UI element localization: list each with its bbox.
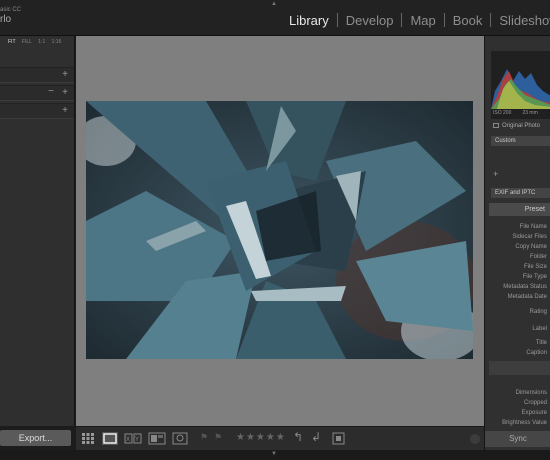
grid-view-icon[interactable] bbox=[81, 432, 95, 445]
module-slideshow[interactable]: Slideshow bbox=[499, 13, 550, 28]
add-icon[interactable]: + bbox=[493, 169, 498, 179]
module-divider bbox=[443, 13, 445, 27]
rotate-left-icon[interactable]: ↰ bbox=[293, 430, 303, 444]
meta-brightness-value: Brightness Value bbox=[502, 420, 547, 426]
histogram bbox=[491, 51, 550, 119]
reject-flag-icon[interactable]: ⚑ bbox=[214, 432, 222, 443]
add-icon[interactable]: + bbox=[62, 105, 68, 116]
meta-metadata-date: Metadata Date bbox=[507, 294, 547, 300]
module-picker: Library Develop Map Book Slideshow bbox=[289, 13, 550, 28]
add-icon[interactable]: + bbox=[62, 69, 68, 80]
meta-title: Title bbox=[535, 340, 547, 346]
rotate-right-icon[interactable]: ↲ bbox=[311, 430, 321, 444]
original-photo-toggle[interactable]: Original Photo bbox=[493, 123, 540, 129]
agave-photo-art bbox=[86, 101, 473, 359]
identity-plate: asic CC rlo bbox=[0, 6, 21, 26]
svg-text:X: X bbox=[126, 437, 130, 443]
module-library[interactable]: Library bbox=[289, 13, 329, 28]
iso-value: ISO 200 bbox=[493, 110, 512, 116]
agave-photo[interactable] bbox=[86, 101, 473, 359]
histogram-info: ISO 200 23 mm bbox=[493, 110, 538, 116]
meta-file-name: File Name bbox=[519, 224, 547, 230]
catalog-panel-header[interactable]: + bbox=[0, 67, 74, 83]
remove-icon[interactable]: − bbox=[48, 86, 54, 97]
original-photo-label: Original Photo bbox=[502, 123, 541, 129]
module-bar: ▲ asic CC rlo Library Develop Map Book Slide… bbox=[0, 0, 550, 36]
zoom-1-1[interactable]: 1:1 bbox=[38, 39, 45, 45]
export-button[interactable]: Export... bbox=[0, 430, 71, 446]
meta-copy-name: Copy Name bbox=[515, 244, 547, 250]
add-icon[interactable]: + bbox=[62, 87, 68, 98]
navigator-zoom-options: FIT FILL 1:1 1:16 bbox=[8, 39, 66, 45]
brand-line: asic CC bbox=[0, 7, 22, 13]
flag-icon[interactable]: ⚑ bbox=[200, 432, 208, 443]
toolbar-options-dropdown[interactable] bbox=[470, 434, 480, 444]
user-name: rlo bbox=[0, 14, 12, 25]
star-rating[interactable]: ★★★★★ bbox=[236, 432, 286, 443]
bottom-panel-toggle-icon[interactable]: ▼ bbox=[271, 451, 277, 457]
meta-metadata-status: Metadata Status bbox=[503, 284, 547, 290]
loupe-view-icon[interactable] bbox=[102, 432, 118, 445]
saved-preset-dropdown[interactable]: Custom bbox=[491, 136, 550, 146]
right-panel: ISO 200 23 mm Original Photo Custom + EX… bbox=[484, 36, 550, 450]
meta-folder: Folder bbox=[529, 254, 547, 260]
filmstrip-toggle-bar: ▼ bbox=[0, 450, 550, 460]
meta-label: Label bbox=[532, 326, 547, 332]
left-panel: FIT FILL 1:1 1:16 + − + + bbox=[0, 36, 75, 426]
caption-field[interactable] bbox=[489, 361, 550, 375]
loupe-canvas bbox=[76, 36, 484, 426]
compare-view-icon[interactable]: X Y bbox=[124, 432, 142, 445]
meta-sidecar-files: Sidecar Files bbox=[512, 234, 547, 240]
module-divider bbox=[336, 13, 338, 27]
meta-file-size: File Size bbox=[523, 264, 547, 270]
checkbox-icon[interactable] bbox=[493, 123, 499, 128]
meta-rating: Rating bbox=[529, 309, 547, 315]
focal-length-value: 23 mm bbox=[522, 110, 538, 116]
meta-caption: Caption bbox=[526, 350, 547, 356]
zoom-fit[interactable]: FIT bbox=[8, 39, 16, 45]
meta-file-type: File Type bbox=[522, 274, 547, 280]
collections-panel-header[interactable]: + bbox=[0, 103, 74, 119]
bottom-toolbar: X Y ⚑ ⚑ ★★★★★ ↰ ↲ bbox=[76, 426, 484, 450]
survey-view-icon[interactable] bbox=[148, 432, 166, 445]
module-divider bbox=[401, 13, 403, 27]
module-map[interactable]: Map bbox=[410, 13, 435, 28]
module-book[interactable]: Book bbox=[453, 13, 483, 28]
people-view-icon[interactable] bbox=[172, 432, 188, 445]
meta-dimensions: Dimensions bbox=[515, 390, 547, 396]
folders-panel-header[interactable]: − + bbox=[0, 85, 74, 101]
module-divider bbox=[490, 13, 492, 27]
zoom-1-16[interactable]: 1:16 bbox=[52, 39, 62, 45]
sync-button[interactable]: Sync bbox=[485, 431, 550, 447]
meta-exposure: Exposure bbox=[521, 410, 547, 416]
preset-header[interactable]: Preset bbox=[489, 203, 550, 216]
top-panel-toggle-icon[interactable]: ▲ bbox=[271, 1, 277, 7]
zoom-fill[interactable]: FILL bbox=[22, 39, 32, 45]
metadata-preset-dropdown[interactable]: EXIF and IPTC bbox=[491, 188, 550, 198]
meta-cropped: Cropped bbox=[523, 400, 547, 406]
histogram-graph bbox=[491, 69, 550, 109]
crop-icon[interactable] bbox=[332, 432, 345, 445]
svg-text:Y: Y bbox=[135, 437, 139, 443]
module-develop[interactable]: Develop bbox=[346, 13, 394, 28]
